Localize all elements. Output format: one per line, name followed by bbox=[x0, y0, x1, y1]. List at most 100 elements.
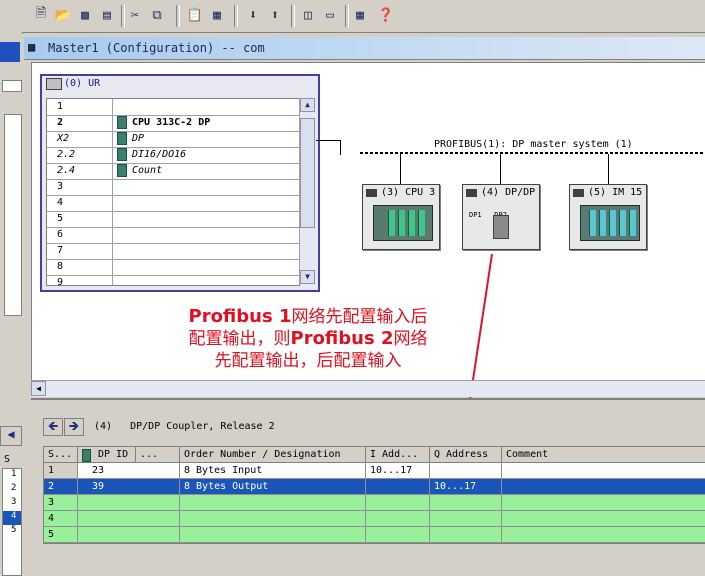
module-name: DP bbox=[132, 133, 145, 144]
detail-table[interactable]: S... DP ID ... Order Number / Designatio… bbox=[43, 446, 705, 544]
q-address-cell bbox=[430, 527, 502, 543]
slot-number: 2.2 bbox=[47, 147, 113, 163]
module-image bbox=[373, 205, 433, 241]
column-header[interactable]: Order Number / Designation bbox=[180, 447, 366, 463]
download-icon[interactable]: ⬇ bbox=[244, 6, 262, 24]
sidebar-row: 1 bbox=[11, 469, 17, 479]
slot-number: 7 bbox=[47, 243, 113, 259]
print-icon[interactable]: ▤ bbox=[98, 6, 116, 24]
slave-dpdp-coupler[interactable]: (4) DP/DP DP1 DP2 bbox=[462, 184, 540, 250]
canvas-hscrollbar[interactable]: ◀ bbox=[31, 380, 705, 397]
sidebar-element bbox=[2, 80, 22, 92]
sidebar-window-icon[interactable] bbox=[0, 42, 20, 62]
slave-icon bbox=[573, 189, 584, 197]
window-titlebar[interactable]: ▩ Master1 (Configuration) -- com bbox=[24, 37, 705, 60]
new-icon[interactable]: 🗎 bbox=[32, 6, 50, 24]
scroll-thumb[interactable] bbox=[300, 118, 315, 228]
slave-icon bbox=[366, 189, 377, 197]
q-address-cell: 10...17 bbox=[430, 479, 502, 495]
dpid-cell: 39 bbox=[78, 479, 180, 495]
slot-cell: 4 bbox=[44, 511, 78, 527]
sidebar-row: 5 bbox=[11, 525, 17, 535]
back-arrow-icon[interactable]: ◀ bbox=[0, 426, 22, 446]
slot-number: 6 bbox=[47, 227, 113, 243]
rack-scrollbar[interactable]: ▲ ▼ bbox=[299, 98, 315, 284]
annotation-text-part: 网络先配置输入后 bbox=[291, 307, 428, 327]
rack-row[interactable]: 5 bbox=[47, 211, 299, 228]
slave-label: (4) DP/DP bbox=[481, 187, 536, 198]
rack-table[interactable]: 1 2 CPU 313C-2 DP X2 DP 2.2 DI16/DO16 2.… bbox=[46, 98, 300, 286]
forward-arrow-icon[interactable]: 🡺 bbox=[64, 418, 84, 436]
column-header[interactable]: Comment bbox=[502, 447, 705, 463]
rack-row[interactable]: 6 bbox=[47, 227, 299, 244]
annotation-text-part: 配置输出，则 bbox=[188, 329, 291, 349]
table-row[interactable]: 4 bbox=[44, 511, 705, 527]
bus-drop bbox=[400, 154, 401, 184]
catalog-icon[interactable]: ▦ bbox=[208, 6, 226, 24]
rack-row[interactable]: 2 CPU 313C-2 DP bbox=[47, 115, 299, 132]
table-row[interactable]: 1 23 8 Bytes Input 10...17 bbox=[44, 463, 705, 479]
order-cell bbox=[180, 511, 366, 527]
profibus-line[interactable] bbox=[360, 152, 705, 154]
rack-row[interactable]: 2.2 DI16/DO16 bbox=[47, 147, 299, 164]
rack-row[interactable]: 4 bbox=[47, 195, 299, 212]
full-view-icon[interactable]: ▭ bbox=[321, 6, 339, 24]
sidebar-rows: 1 2 3 4 5 bbox=[2, 468, 22, 576]
rack-row[interactable]: 3 bbox=[47, 179, 299, 196]
back-arrow-icon[interactable]: 🡸 bbox=[43, 418, 63, 436]
cut-icon[interactable]: ✂ bbox=[126, 6, 144, 24]
rack-row[interactable]: 8 bbox=[47, 259, 299, 276]
column-header[interactable]: ... bbox=[136, 447, 180, 463]
column-header[interactable]: S... bbox=[44, 447, 78, 463]
detail-title: (4) DP/DP Coupler, Release 2 bbox=[94, 421, 275, 432]
comment-cell bbox=[502, 527, 705, 543]
i-address-cell: 10...17 bbox=[366, 463, 430, 479]
rack-row[interactable]: 7 bbox=[47, 243, 299, 260]
slot-number: 5 bbox=[47, 211, 113, 227]
rack-row[interactable]: 1 bbox=[47, 99, 299, 116]
module-image bbox=[580, 205, 640, 241]
bus-drop bbox=[500, 154, 501, 184]
scroll-down-icon[interactable]: ▼ bbox=[300, 270, 315, 284]
annotation-bold: Profibus 1 bbox=[188, 306, 292, 327]
table-row[interactable]: 3 bbox=[44, 495, 705, 511]
slave-im[interactable]: (5) IM 15 bbox=[569, 184, 647, 250]
rack-row[interactable]: X2 DP bbox=[47, 131, 299, 148]
column-header[interactable]: Q Address bbox=[430, 447, 502, 463]
annotation-text-part: 网络 bbox=[393, 329, 428, 349]
scroll-up-icon[interactable]: ▲ bbox=[300, 98, 315, 112]
slave-cpu[interactable]: (3) CPU 3 bbox=[362, 184, 440, 250]
dpid-cell bbox=[78, 527, 180, 543]
module-icon bbox=[117, 163, 127, 177]
slot-number: 1 bbox=[47, 99, 113, 115]
slot-number: 3 bbox=[47, 179, 113, 195]
module-icon bbox=[117, 147, 127, 161]
i-address-cell bbox=[366, 527, 430, 543]
save-icon[interactable]: ▩ bbox=[76, 6, 94, 24]
dpid-cell bbox=[78, 511, 180, 527]
order-cell bbox=[180, 495, 366, 511]
scroll-left-icon[interactable]: ◀ bbox=[31, 381, 46, 396]
sidebar-list bbox=[4, 114, 22, 316]
help-icon[interactable]: ❓ bbox=[377, 6, 395, 24]
module-icon bbox=[82, 449, 91, 462]
slave-icon bbox=[466, 189, 477, 197]
hw-config-icon: ▩ bbox=[28, 40, 36, 54]
table-row[interactable]: 5 bbox=[44, 527, 705, 543]
rack-window[interactable]: (0) UR 1 2 CPU 313C-2 DP X2 DP 2.2 DI16/… bbox=[40, 74, 320, 292]
order-cell: 8 Bytes Input bbox=[180, 463, 366, 479]
slot-number: X2 bbox=[47, 131, 113, 147]
column-header[interactable]: I Add... bbox=[366, 447, 430, 463]
column-header[interactable]: DP ID bbox=[78, 447, 136, 463]
upload-icon[interactable]: ⬆ bbox=[266, 6, 284, 24]
split-view-icon[interactable]: ◫ bbox=[299, 6, 317, 24]
rack-row[interactable]: 9 bbox=[47, 275, 299, 285]
table-row[interactable]: 2 39 8 Bytes Output 10...17 bbox=[44, 479, 705, 495]
copy-icon[interactable]: ⧉ bbox=[148, 6, 166, 24]
slot-cell: 1 bbox=[44, 463, 78, 479]
rack-row[interactable]: 2.4 Count bbox=[47, 163, 299, 180]
rack-icon bbox=[46, 78, 62, 90]
open-icon[interactable]: 📂 bbox=[54, 6, 72, 24]
paste-icon[interactable]: 📋 bbox=[186, 6, 204, 24]
grid-icon[interactable]: ▦ bbox=[351, 6, 369, 24]
